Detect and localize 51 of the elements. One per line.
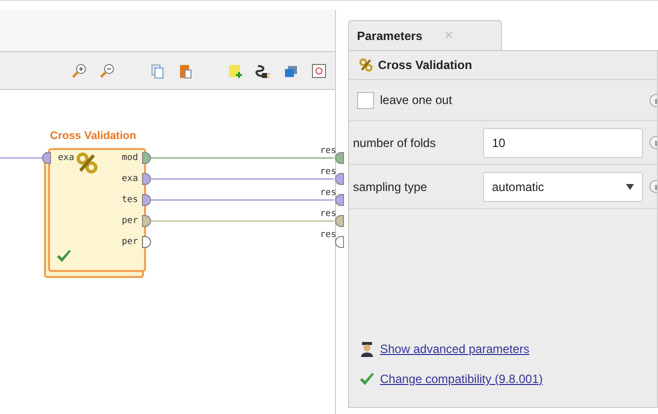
result-port[interactable] bbox=[335, 173, 344, 185]
percent-icon bbox=[359, 58, 373, 72]
input-port[interactable] bbox=[42, 152, 51, 164]
port-label: per bbox=[122, 216, 138, 226]
info-icon[interactable] bbox=[649, 94, 657, 106]
result-port[interactable] bbox=[335, 236, 344, 248]
link[interactable]: Change compatibility (9.8.001) bbox=[380, 372, 543, 386]
paste-icon[interactable] bbox=[177, 62, 193, 78]
fit-view-icon[interactable] bbox=[311, 62, 327, 78]
parameter-label: number of folds bbox=[353, 136, 437, 150]
checkbox[interactable] bbox=[357, 92, 374, 108]
output-port[interactable] bbox=[142, 152, 151, 164]
result-port[interactable] bbox=[335, 152, 344, 164]
person-icon bbox=[359, 341, 375, 357]
dropdown-arrow-icon bbox=[626, 184, 634, 190]
port-label: res bbox=[320, 146, 336, 156]
port-label: tes bbox=[122, 195, 138, 205]
port-label: per bbox=[122, 237, 138, 247]
parameters-tab[interactable]: Parameters × bbox=[348, 20, 502, 50]
link[interactable]: Show advanced parameters bbox=[380, 342, 530, 356]
result-port[interactable] bbox=[335, 194, 344, 206]
zoom-in-icon[interactable] bbox=[71, 62, 87, 78]
check-icon bbox=[359, 371, 375, 387]
output-port[interactable] bbox=[142, 194, 151, 206]
output-port[interactable] bbox=[142, 173, 151, 185]
port-label: res bbox=[320, 167, 336, 177]
dropdown[interactable]: automatic bbox=[483, 172, 643, 202]
plug-icon[interactable] bbox=[255, 62, 271, 78]
parameter-label: sampling type bbox=[353, 180, 428, 194]
output-port[interactable] bbox=[142, 215, 151, 227]
add-note-icon[interactable] bbox=[227, 62, 243, 78]
result-port[interactable] bbox=[335, 215, 344, 227]
port-label: exa bbox=[58, 153, 74, 163]
connection-line bbox=[0, 157, 44, 159]
input-field[interactable]: 10 bbox=[483, 128, 643, 158]
percent-icon bbox=[76, 152, 98, 174]
zoom-out-icon[interactable] bbox=[99, 62, 115, 78]
port-label: exa bbox=[122, 174, 138, 184]
port-label: res bbox=[320, 188, 336, 198]
operator-name: Cross Validation bbox=[378, 58, 472, 72]
port-label: res bbox=[320, 230, 336, 240]
operator-node[interactable]: exa mod exa tes per per bbox=[48, 148, 146, 272]
tab-label: Parameters bbox=[357, 28, 422, 42]
info-icon[interactable] bbox=[649, 180, 657, 193]
info-icon[interactable] bbox=[649, 136, 657, 149]
parameter-label: leave one out bbox=[380, 93, 454, 107]
output-port[interactable] bbox=[142, 236, 151, 248]
operator-title: Cross Validation bbox=[50, 130, 136, 142]
port-label: mod bbox=[122, 153, 138, 163]
port-label: res bbox=[320, 209, 336, 219]
copy-icon[interactable] bbox=[149, 62, 165, 78]
